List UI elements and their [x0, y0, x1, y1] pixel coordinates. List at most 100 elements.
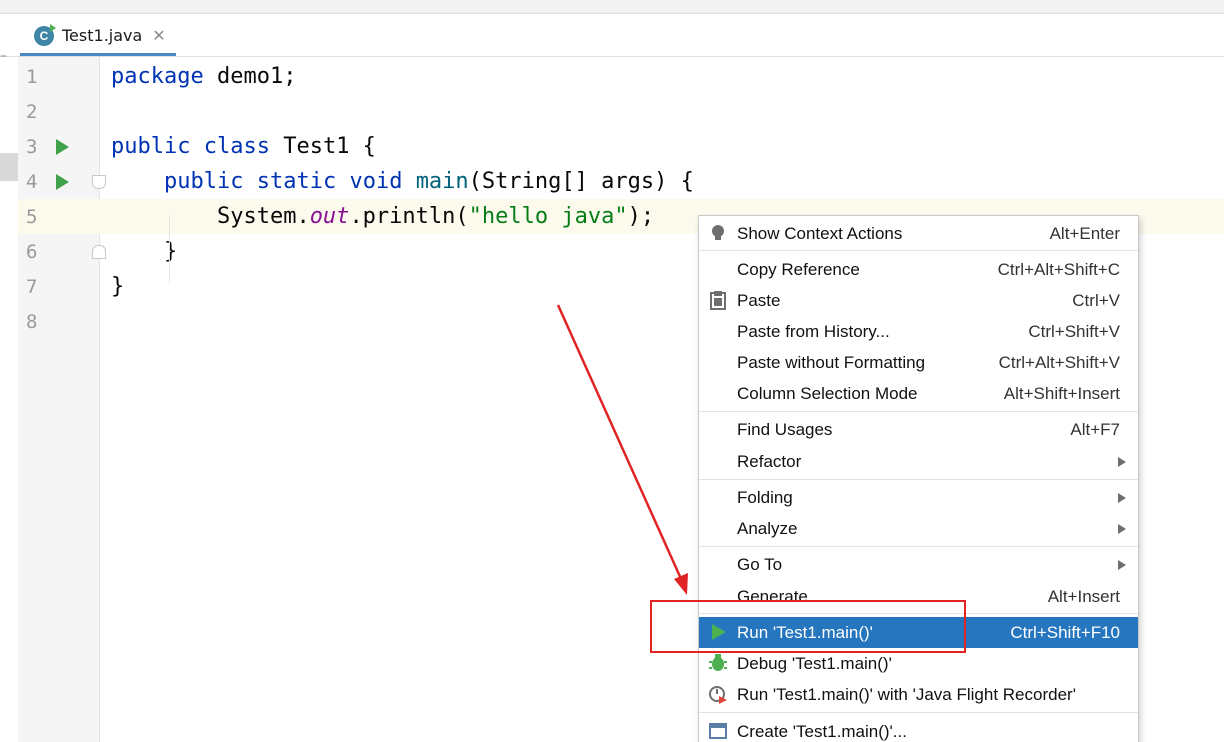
line-number: 7 — [26, 276, 38, 298]
string-literal: "hello java" — [468, 204, 628, 229]
line-number: 8 — [26, 311, 38, 333]
menu-item-folding[interactable]: Folding — [699, 482, 1138, 513]
code-line-2[interactable]: 2 — [18, 94, 1224, 129]
menu-item-analyze[interactable]: Analyze — [699, 513, 1138, 544]
line-number: 2 — [26, 101, 38, 123]
menu-item-find-usages[interactable]: Find Usages Alt+F7 — [699, 414, 1138, 445]
menu-item-go-to[interactable]: Go To — [699, 549, 1138, 580]
tab-label: Test1.java — [62, 26, 143, 45]
debug-bug-icon — [709, 654, 727, 671]
code-text: } — [111, 239, 178, 264]
menu-item-paste[interactable]: Paste Ctrl+V — [699, 285, 1138, 316]
keyword: class — [203, 134, 270, 159]
line-number: 1 — [26, 66, 38, 88]
keyword: static — [256, 169, 337, 194]
menu-item-label: Analyze — [737, 519, 798, 538]
menu-item-run-with-flight-recorder[interactable]: Run 'Test1.main()' with 'Java Flight Rec… — [699, 679, 1138, 710]
menu-item-copy-reference[interactable]: Copy Reference Ctrl+Alt+Shift+C — [699, 254, 1138, 285]
menu-item-label: Run 'Test1.main()' with 'Java Flight Rec… — [737, 685, 1076, 704]
fold-marker-icon[interactable] — [92, 175, 106, 189]
editor-tab-bar: – C Test1.java ✕ — [0, 14, 1224, 64]
run-config-icon — [709, 723, 727, 739]
submenu-arrow-icon — [1118, 524, 1126, 534]
menu-item-paste-without-formatting[interactable]: Paste without Formatting Ctrl+Alt+Shift+… — [699, 347, 1138, 378]
profiler-icon — [709, 686, 727, 704]
keyword: package — [111, 64, 204, 89]
menu-item-shortcut: Alt+Shift+Insert — [1003, 384, 1120, 403]
submenu-arrow-icon — [1118, 493, 1126, 503]
indent-guide — [169, 215, 170, 283]
editor-context-menu: Show Context Actions Alt+Enter Copy Refe… — [698, 215, 1139, 742]
close-icon[interactable]: ✕ — [152, 26, 165, 45]
menu-item-label: Create 'Test1.main()'... — [737, 722, 907, 741]
menu-item-label: Refactor — [737, 452, 802, 471]
code-text: System.out.println("hello java"); — [111, 204, 654, 229]
menu-item-shortcut: Ctrl+V — [1072, 291, 1120, 310]
code-line-4[interactable]: 4 public static void main(String[] args)… — [18, 164, 1224, 199]
menu-separator — [699, 250, 1138, 251]
side-panel-edge — [0, 153, 18, 181]
code-fragment: .println( — [349, 204, 469, 229]
menu-item-shortcut: Alt+F7 — [1070, 420, 1120, 439]
menu-separator — [699, 712, 1138, 713]
menu-separator — [699, 479, 1138, 480]
code-line-1[interactable]: 1 package demo1; — [18, 59, 1224, 94]
menu-item-refactor[interactable]: Refactor — [699, 446, 1138, 477]
menu-item-shortcut: Ctrl+Alt+Shift+C — [997, 260, 1120, 279]
method-name: main — [415, 169, 469, 194]
menu-item-label: Paste — [737, 291, 781, 310]
code-text: public class Test1 { — [111, 134, 376, 159]
annotation-highlight-box — [650, 600, 966, 653]
menu-item-shortcut: Ctrl+Shift+V — [1028, 322, 1120, 341]
menu-item-show-context-actions[interactable]: Show Context Actions Alt+Enter — [699, 218, 1138, 249]
code-fragment: Test1 { — [269, 134, 376, 159]
annotation-arrow-icon — [556, 304, 688, 595]
line-number: 4 — [26, 171, 38, 193]
keyword: public — [163, 169, 244, 194]
menu-item-label: Copy Reference — [737, 260, 860, 279]
menu-item-label: Folding — [737, 488, 793, 507]
keyword: void — [349, 169, 403, 194]
java-class-icon: C — [34, 23, 56, 46]
line-number: 3 — [26, 136, 38, 158]
menu-item-label: Go To — [737, 555, 783, 574]
tab-test1-java[interactable]: C Test1.java ✕ — [20, 18, 176, 56]
code-text: } — [111, 274, 125, 299]
code-text: public static void main(String[] args) { — [111, 169, 694, 194]
run-gutter-icon[interactable] — [56, 139, 69, 155]
menu-separator — [699, 411, 1138, 412]
code-fragment: (String[] args) { — [468, 169, 694, 194]
menu-item-shortcut: Alt+Insert — [1047, 587, 1120, 606]
lightbulb-icon — [712, 225, 724, 240]
code-fragment: ); — [627, 204, 655, 229]
code-fragment: demo1; — [203, 64, 297, 89]
menu-item-label: Column Selection Mode — [737, 384, 918, 403]
code-line-3[interactable]: 3 public class Test1 { — [18, 129, 1224, 164]
keyword: public — [111, 134, 191, 159]
menu-item-label: Show Context Actions — [737, 224, 903, 243]
fold-end-marker-icon[interactable] — [92, 245, 106, 259]
menu-item-label: Paste from History... — [737, 322, 890, 341]
static-field: out — [309, 204, 350, 229]
menu-item-shortcut: Ctrl+Shift+F10 — [1010, 623, 1120, 642]
submenu-arrow-icon — [1118, 457, 1126, 467]
menu-item-label: Paste without Formatting — [737, 353, 926, 372]
line-number: 6 — [26, 241, 38, 263]
run-gutter-icon[interactable] — [56, 174, 69, 190]
menu-item-paste-from-history[interactable]: Paste from History... Ctrl+Shift+V — [699, 316, 1138, 347]
menu-item-label: Debug 'Test1.main()' — [737, 654, 892, 673]
menu-separator — [699, 546, 1138, 547]
menu-item-create-run-config[interactable]: Create 'Test1.main()'... — [699, 716, 1138, 742]
clipboard-icon — [710, 291, 726, 310]
menu-item-label: Find Usages — [737, 420, 833, 439]
window-top-strip — [0, 0, 1224, 14]
code-fragment: System. — [216, 204, 310, 229]
menu-item-shortcut: Alt+Enter — [1049, 224, 1120, 243]
menu-item-column-selection-mode[interactable]: Column Selection Mode Alt+Shift+Insert — [699, 378, 1138, 409]
menu-item-shortcut: Ctrl+Alt+Shift+V — [998, 353, 1120, 372]
submenu-arrow-icon — [1118, 560, 1126, 570]
line-number: 5 — [26, 206, 38, 228]
code-text: package demo1; — [111, 64, 296, 89]
